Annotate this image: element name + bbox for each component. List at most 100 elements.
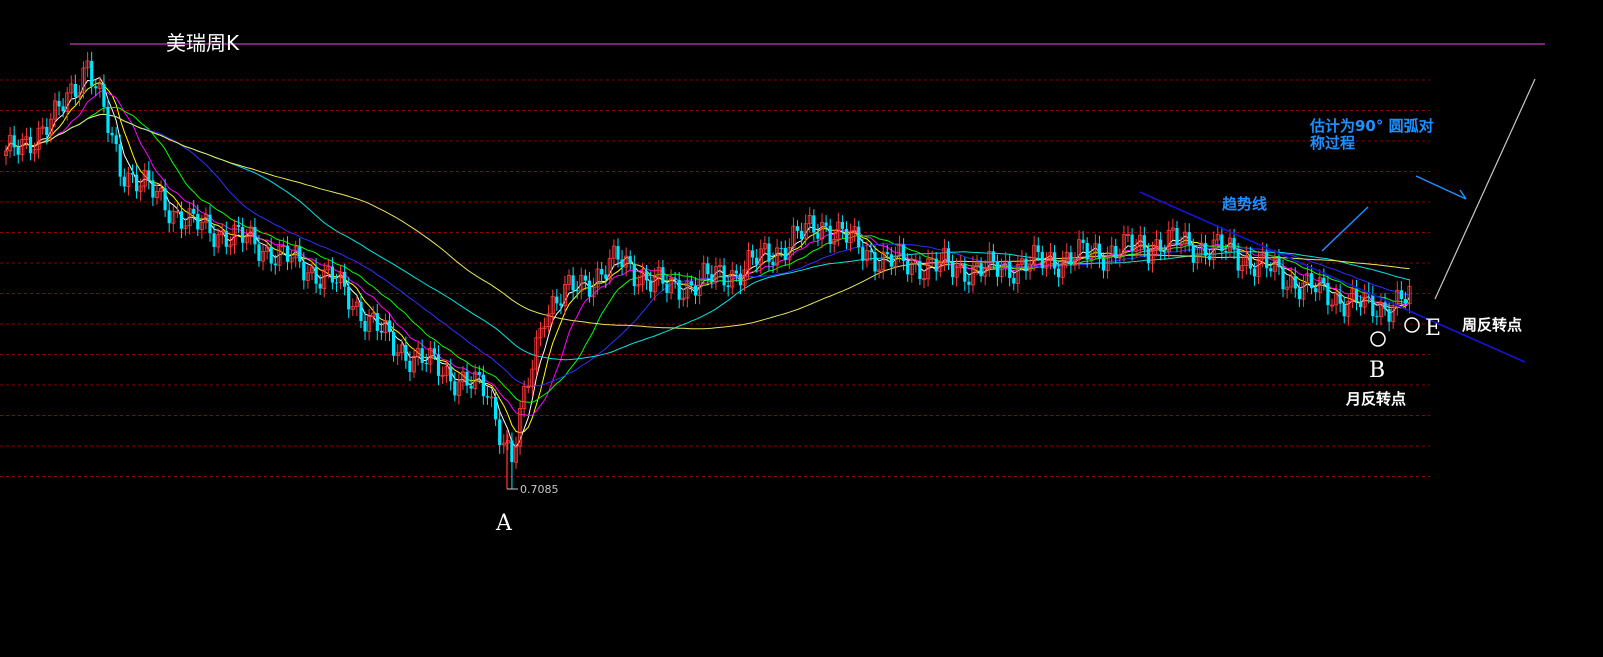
candle-down: [1130, 234, 1134, 252]
candle-down: [1354, 288, 1359, 302]
candle-down: [738, 273, 742, 286]
candle-down: [991, 251, 995, 262]
candle-down: [885, 252, 889, 255]
candle-down: [1114, 246, 1118, 259]
candle-down: [783, 248, 787, 260]
candle-down: [649, 280, 653, 292]
candle-down: [57, 100, 61, 107]
candle-down: [334, 282, 339, 284]
candle-down: [110, 132, 114, 136]
chart-background: [0, 0, 1603, 657]
candle-down: [1053, 252, 1057, 269]
candle-down: [677, 279, 681, 300]
candle-down: [600, 269, 604, 275]
candle-down: [873, 252, 877, 272]
candle-down: [751, 250, 755, 258]
candle-down: [1387, 309, 1391, 322]
candle-down: [212, 233, 216, 247]
candle-down: [1371, 294, 1375, 317]
candle-down: [318, 283, 322, 289]
candle-down: [710, 274, 714, 282]
candle-down: [167, 210, 171, 224]
point-b-label: B: [1369, 358, 1385, 383]
candle-down: [147, 170, 151, 181]
candle-down: [771, 261, 775, 266]
candle-down: [1236, 249, 1240, 271]
candle-down: [1008, 261, 1012, 278]
candle-down: [779, 247, 783, 249]
candle-down: [392, 332, 396, 356]
candle-down: [1163, 251, 1167, 253]
candle-down: [404, 344, 408, 361]
candle-down: [1097, 243, 1101, 259]
candle-down: [934, 258, 938, 272]
candle-down: [1191, 244, 1195, 263]
candle-down: [812, 215, 816, 233]
candle-down: [122, 176, 126, 187]
low-value-label: 0.7085: [520, 483, 559, 496]
candle-down: [1359, 301, 1363, 308]
candle-down: [1220, 234, 1224, 251]
candle-down: [726, 285, 730, 288]
candle-down: [408, 360, 412, 372]
candle-down: [840, 222, 844, 229]
candle-down: [951, 261, 955, 278]
candle-down: [151, 180, 155, 198]
candle-down: [192, 208, 196, 214]
candle-down: [1142, 235, 1146, 249]
candle-down: [902, 244, 906, 261]
candle-down: [494, 397, 498, 420]
candle-down: [16, 147, 20, 155]
point-e-label: E: [1425, 316, 1441, 341]
candle-down: [196, 213, 200, 230]
candle-down: [269, 246, 273, 264]
candle-down: [1342, 303, 1346, 317]
candle-down: [375, 313, 379, 331]
candle-down: [869, 250, 873, 253]
candle-down: [485, 396, 489, 398]
candle-down: [844, 228, 849, 243]
candle-down: [1232, 238, 1236, 250]
candle-down: [1085, 243, 1089, 260]
candle-down: [616, 246, 620, 260]
candle-down: [1175, 228, 1179, 246]
candle-down: [436, 354, 441, 376]
candle-down: [722, 265, 726, 286]
candle-down: [273, 263, 277, 266]
candle-down: [995, 261, 999, 277]
candle-down: [224, 231, 228, 247]
candle-down: [889, 254, 893, 267]
candle-down: [498, 419, 502, 446]
candle-down: [314, 267, 318, 284]
candle-down: [208, 214, 212, 234]
candle-down: [1293, 276, 1297, 289]
candle-down: [179, 211, 183, 229]
candle-down: [1403, 298, 1407, 304]
candle-down: [449, 366, 453, 382]
candle-down: [963, 263, 967, 282]
candle-down: [665, 283, 669, 293]
candle-down: [420, 348, 424, 363]
candle-down: [816, 232, 820, 239]
candle-down: [237, 225, 241, 227]
candle-down: [1057, 268, 1061, 278]
candle-down: [1203, 243, 1208, 256]
candle-down: [1326, 283, 1330, 306]
candle-down: [1101, 258, 1106, 271]
candle-down: [767, 243, 771, 262]
candle-down: [1012, 277, 1016, 284]
candle-down: [1187, 232, 1191, 245]
candle-down: [73, 84, 77, 97]
trendline-label: 趋势线: [1222, 195, 1267, 213]
candle-down: [12, 135, 16, 148]
candle-down: [477, 372, 481, 375]
candle-down: [559, 303, 563, 306]
candle-down: [130, 173, 135, 175]
candle-down: [347, 286, 351, 310]
candle-down: [469, 385, 473, 389]
candle-down: [1338, 293, 1342, 304]
candle-down: [645, 271, 649, 281]
candlestick-chart: 0.7085 A 趋势线 估计为90° 圆弧对 称过程 B 月反转点 E 周反转…: [0, 0, 1603, 657]
week-reversal-label: 周反转点: [1462, 316, 1522, 334]
candle-down: [661, 267, 665, 284]
